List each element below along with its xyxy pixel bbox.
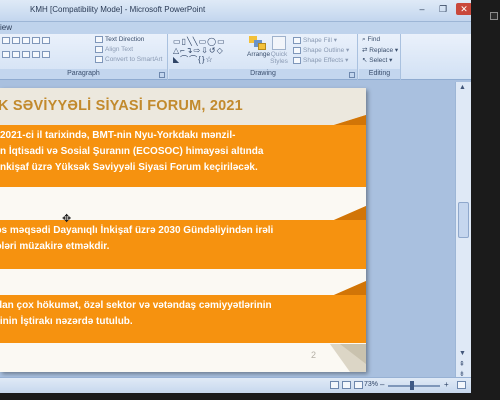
replace-button[interactable]: ⇄ Replace ▾ (362, 46, 398, 54)
zoom-slider[interactable] (388, 385, 440, 387)
bullet-buttons[interactable] (2, 37, 52, 44)
shape-fill-icon (293, 36, 301, 44)
quick-styles-icon (272, 36, 286, 50)
columns-icon (42, 51, 50, 58)
tab-view[interactable]: iew (0, 23, 12, 32)
align-text-label: Align Text (105, 46, 134, 54)
bullets-icon (2, 37, 10, 44)
drawing-group-label: Drawing (169, 69, 357, 79)
orange-banner-3[interactable]: dan çox hökumət, özəl sektor və vətəndaş… (0, 281, 366, 343)
arrange-button[interactable]: Arrange (247, 36, 271, 58)
paragraph-group: Text Direction Align Text Convert to Sma… (0, 34, 168, 80)
decrease-indent-icon (22, 37, 30, 44)
banner-2-line-1: əs məqsədi Dayanıqlı İnkişaf üzrə 2030 G… (0, 225, 274, 236)
close-icon[interactable]: ✕ (456, 3, 471, 15)
banner-1-line-3: nkişaf üzrə Yüksək Səviyyəli Siyasi Foru… (0, 162, 258, 173)
minimize-icon[interactable]: – (416, 3, 428, 15)
convert-smartart-label: Convert to SmartArt (105, 56, 163, 64)
banner-1-line-2: n İqtisadi və Sosial Şuranın (ECOSOC) hi… (0, 146, 264, 157)
select-icon: ↖ (362, 57, 368, 64)
select-label: Select (369, 57, 388, 64)
smartart-icon (95, 56, 103, 63)
arrange-label: Arrange (247, 51, 271, 58)
shape-fill-label: Shape Fill (303, 37, 332, 44)
quick-styles-label: Quick Styles (270, 51, 288, 65)
status-bar: 73% – + (0, 377, 471, 393)
normal-view-icon[interactable] (330, 381, 339, 389)
quick-styles-button[interactable]: Quick Styles (269, 36, 289, 65)
align-buttons[interactable] (2, 51, 52, 58)
paragraph-dialog-launcher-icon[interactable] (159, 72, 165, 78)
paragraph-group-label: Paragraph (0, 69, 167, 79)
slide-sorter-icon[interactable] (342, 381, 351, 389)
shape-effects-button[interactable]: Shape Effects ▾ (293, 56, 348, 64)
corner-decoration (330, 344, 366, 372)
external-window-handle-icon[interactable] (490, 12, 498, 20)
text-direction-button[interactable]: Text Direction (95, 36, 144, 43)
slide-number: 2 (311, 350, 317, 360)
slideshow-icon[interactable] (354, 381, 363, 389)
align-text-icon (95, 46, 103, 53)
title-bar: KMH [Compatibility Mode] - Microsoft Pow… (0, 0, 471, 22)
binoculars-icon: ⌕ (362, 36, 366, 43)
screen: KMH [Compatibility Mode] - Microsoft Pow… (0, 0, 500, 400)
banner-3-line-2: rinin İştirakı nəzərdə tutulub. (0, 316, 133, 327)
find-button[interactable]: ⌕ Find (362, 36, 380, 44)
previous-slide-icon[interactable]: ⇞ (459, 360, 465, 368)
scroll-down-icon[interactable]: ▼ (459, 350, 466, 357)
banner-3-line-1: dan çox hökumət, özəl sektor və vətəndaş… (0, 300, 272, 311)
powerpoint-window: KMH [Compatibility Mode] - Microsoft Pow… (0, 0, 471, 393)
maximize-icon[interactable]: ❐ (437, 3, 449, 15)
shape-effects-icon (293, 56, 301, 64)
select-button[interactable]: ↖ Select ▾ (362, 56, 392, 64)
banner-1-line-1: 2021-ci il tarixində, BMT-nin Nyu-Yorkda… (0, 130, 236, 141)
drawing-group: ▭▯╲╲▭◯▭ △⌐↴⇨⇩↺◇ ◣⌒⌒{}☆ Arrange Quick Style… (169, 34, 358, 80)
align-right-icon (22, 51, 30, 58)
orange-banner-2[interactable]: əs məqsədi Dayanıqlı İnkişaf üzrə 2030 G… (0, 206, 366, 269)
shape-fill-button[interactable]: Shape Fill ▾ (293, 36, 337, 44)
replace-icon: ⇄ (362, 47, 368, 54)
banner-fold-shape-1 (0, 187, 366, 195)
shape-outline-button[interactable]: Shape Outline ▾ (293, 46, 349, 54)
vertical-scrollbar[interactable]: ▲ ▼ ⇞ ⇟ (455, 82, 471, 382)
numbering-icon (12, 37, 20, 44)
window-title: KMH [Compatibility Mode] - Microsoft Pow… (30, 5, 206, 14)
shape-outline-label: Shape Outline (303, 47, 345, 54)
ribbon: Text Direction Align Text Convert to Sma… (0, 34, 471, 80)
editing-group: ⌕ Find ⇄ Replace ▾ ↖ Select ▾ Editing (359, 34, 401, 80)
scroll-up-icon[interactable]: ▲ (459, 84, 466, 91)
banner-2-line-2: ələri müzakirə etməkdir. (0, 241, 110, 252)
text-direction-icon (95, 36, 103, 43)
banner-1-fold (0, 187, 366, 195)
editing-group-label: Editing (359, 69, 400, 79)
zoom-slider-knob[interactable] (410, 381, 414, 390)
arrange-icon (249, 36, 266, 50)
justify-icon (32, 51, 40, 58)
increase-indent-icon (32, 37, 40, 44)
orange-banner-1[interactable]: 2021-ci il tarixində, BMT-nin Nyu-Yorkda… (0, 115, 366, 187)
convert-smartart-button[interactable]: Convert to SmartArt (95, 56, 162, 63)
drawing-dialog-launcher-icon[interactable] (349, 72, 355, 78)
shape-outline-icon (293, 46, 301, 54)
align-center-icon (12, 51, 20, 58)
find-label: Find (367, 36, 381, 43)
replace-label: Replace (369, 47, 394, 54)
shapes-gallery[interactable]: ▭▯╲╲▭◯▭ △⌐↴⇨⇩↺◇ ◣⌒⌒{}☆ (173, 37, 239, 67)
zoom-level[interactable]: 73% (364, 381, 378, 388)
text-direction-label: Text Direction (105, 36, 145, 44)
scroll-thumb[interactable] (458, 202, 469, 238)
line-spacing-icon (42, 37, 50, 44)
move-cursor-icon: ✥ (62, 213, 72, 225)
slide-title[interactable]: K SƏVİYYƏLİ SİYASİ FORUM, 2021 (0, 98, 243, 114)
ribbon-tab-row: iew (0, 22, 471, 34)
zoom-out-icon[interactable]: – (380, 380, 384, 389)
slide-canvas[interactable]: K SƏVİYYƏLİ SİYASİ FORUM, 2021 2021-ci i… (0, 88, 366, 372)
zoom-in-icon[interactable]: + (444, 380, 449, 389)
align-text-button[interactable]: Align Text (95, 46, 133, 53)
align-left-icon (2, 51, 10, 58)
fit-to-window-icon[interactable] (457, 381, 466, 389)
shape-effects-label: Shape Effects (303, 57, 344, 64)
